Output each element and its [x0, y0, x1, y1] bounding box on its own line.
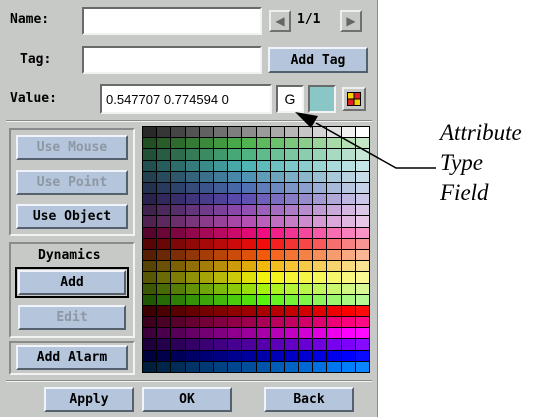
annotation-line-1: Attribute	[440, 120, 522, 145]
annotation-line-2: Type	[440, 150, 484, 175]
callout-annotation: Attribute Type Field	[440, 118, 522, 208]
annotation-line-3: Field	[440, 180, 489, 205]
callout-arrow	[295, 112, 436, 169]
